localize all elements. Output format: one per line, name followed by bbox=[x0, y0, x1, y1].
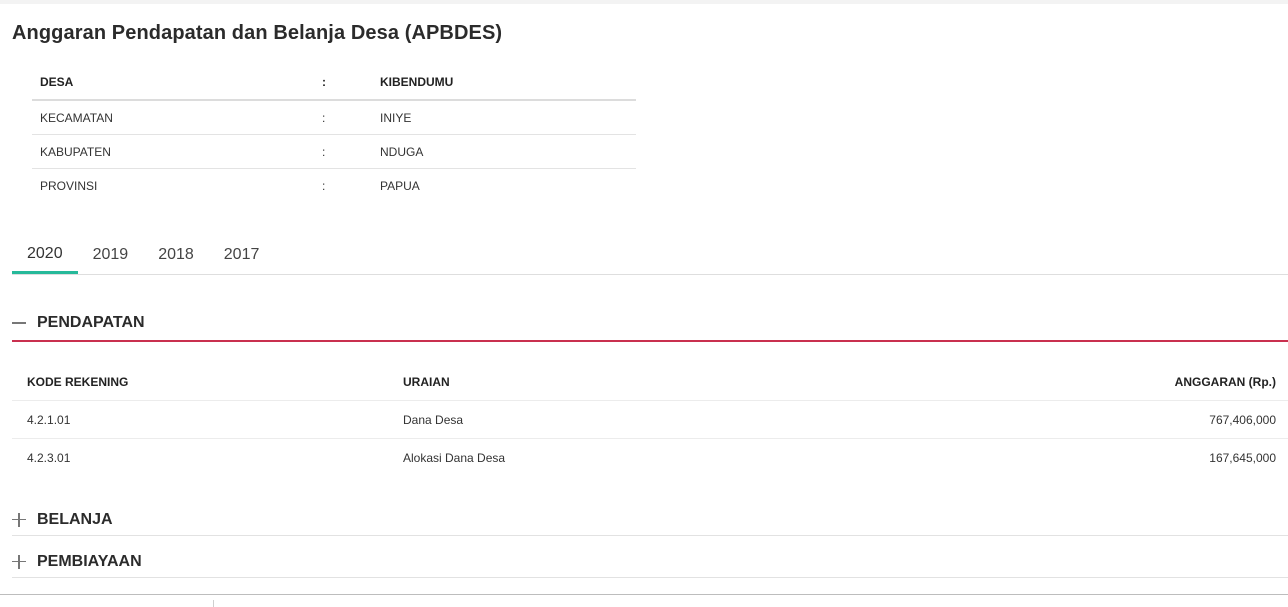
column-header-anggaran: ANGGARAN (Rp.) bbox=[839, 364, 1288, 401]
minus-icon bbox=[12, 316, 26, 330]
info-value: INIYE bbox=[368, 100, 636, 135]
cell-uraian: Dana Desa bbox=[388, 400, 840, 439]
info-colon: : bbox=[306, 100, 368, 135]
table-row: 4.2.1.01 Dana Desa 767,406,000 bbox=[12, 400, 1288, 439]
top-band bbox=[0, 0, 1288, 4]
info-label: PROVINSI bbox=[40, 178, 98, 193]
info-colon: : bbox=[322, 178, 326, 193]
pembiayaan-toggle[interactable]: PEMBIAYAAN bbox=[12, 546, 1288, 578]
tab-2019[interactable]: 2019 bbox=[78, 236, 144, 274]
belanja-toggle[interactable]: BELANJA bbox=[12, 504, 1288, 536]
cell-kode: 4.2.1.01 bbox=[12, 400, 388, 439]
info-label: DESA bbox=[32, 64, 306, 101]
pendapatan-table: KODE REKENING URAIAN ANGGARAN (Rp.) 4.2.… bbox=[12, 364, 1288, 476]
column-header-uraian: URAIAN bbox=[388, 364, 840, 401]
page-title: Anggaran Pendapatan dan Belanja Desa (AP… bbox=[12, 22, 503, 44]
tab-2020[interactable]: 2020 bbox=[12, 236, 78, 274]
info-row-kecamatan: KECAMATAN : INIYE bbox=[32, 100, 636, 135]
section-belanja: BELANJA bbox=[12, 504, 1288, 536]
info-value: PAPUA bbox=[380, 178, 420, 193]
cell-kode: 4.2.3.01 bbox=[27, 450, 71, 465]
village-info-table: DESA : KIBENDUMU KECAMATAN : INIYE KABUP… bbox=[32, 64, 636, 202]
plus-icon bbox=[12, 554, 26, 569]
info-row-kabupaten: KABUPATEN : NDUGA bbox=[32, 134, 636, 169]
column-header-kode-rekening: KODE REKENING bbox=[12, 364, 388, 401]
section-title: BELANJA bbox=[37, 510, 113, 528]
table-header-row: KODE REKENING URAIAN ANGGARAN (Rp.) bbox=[12, 364, 1288, 401]
info-colon: : bbox=[306, 64, 368, 101]
info-label: KECAMATAN bbox=[32, 100, 306, 135]
pendapatan-toggle[interactable]: PENDAPATAN bbox=[12, 306, 1288, 342]
plus-icon bbox=[12, 512, 26, 527]
cell-uraian: Alokasi Dana Desa bbox=[403, 450, 506, 465]
year-tabs: 2020 2019 2018 2017 bbox=[12, 236, 1288, 275]
section-title: PENDAPATAN bbox=[37, 314, 145, 331]
tab-2017[interactable]: 2017 bbox=[209, 236, 275, 274]
info-colon: : bbox=[306, 134, 368, 169]
info-row-provinsi: PROVINSI : PAPUA bbox=[32, 169, 636, 203]
cell-anggaran: 167,645,000 bbox=[1209, 450, 1276, 465]
info-label: KABUPATEN bbox=[32, 134, 306, 169]
info-value: KIBENDUMU bbox=[368, 64, 636, 101]
bottom-bar bbox=[0, 594, 1288, 607]
section-pembiayaan: PEMBIAYAAN bbox=[12, 546, 1288, 578]
info-row-desa: DESA : KIBENDUMU bbox=[32, 64, 636, 101]
section-pendapatan: PENDAPATAN KODE REKENING URAIAN ANGGARAN… bbox=[12, 306, 1288, 476]
cell-anggaran: 767,406,000 bbox=[839, 400, 1288, 439]
info-value: NDUGA bbox=[368, 134, 636, 169]
tab-2018[interactable]: 2018 bbox=[143, 236, 209, 274]
section-title: PEMBIAYAAN bbox=[37, 552, 142, 570]
table-row: 4.2.3.01 Alokasi Dana Desa 167,645,000 bbox=[12, 439, 1288, 477]
